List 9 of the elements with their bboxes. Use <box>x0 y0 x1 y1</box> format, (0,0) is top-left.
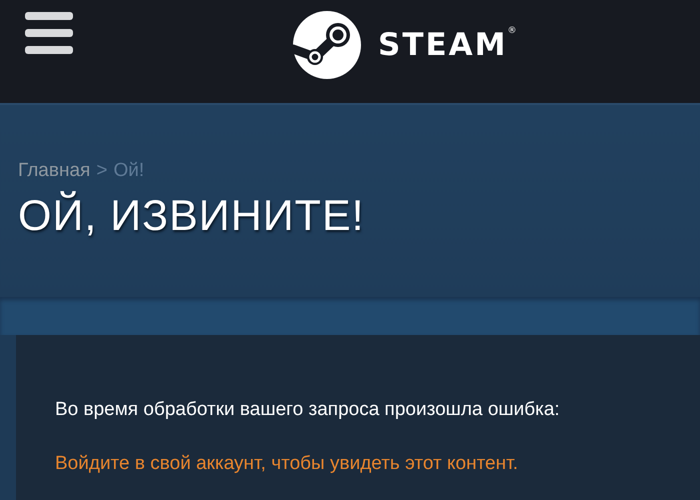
menu-icon[interactable] <box>25 12 73 54</box>
login-link[interactable]: Войдите в свой аккаунт, чтобы увидеть этот контент. <box>55 453 518 475</box>
steam-logo-icon <box>293 10 361 78</box>
error-message: Во время обработки вашего запроса произошла ошибка: <box>55 399 561 421</box>
breadcrumb-separator: > <box>96 160 108 182</box>
breadcrumb-link[interactable]: Главная <box>18 160 90 182</box>
logo-text: STEAM$^{®}$ <box>378 26 516 63</box>
page-title: ОЙ, ИЗВИНИТЕ! <box>18 192 366 241</box>
breadcrumb-current: Ой! <box>113 160 144 182</box>
